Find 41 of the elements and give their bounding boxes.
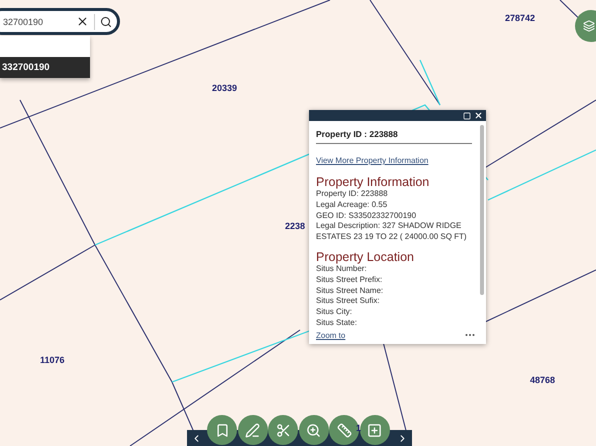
close-icon[interactable] (474, 111, 483, 120)
attribute-text: Situs Street Prefix: (316, 274, 384, 286)
search-field[interactable]: 32700190 (0, 8, 120, 35)
attribute-text: Situs Street Name: (316, 286, 384, 296)
suggestion-item[interactable]: 332700190 (0, 57, 90, 78)
tool-button[interactable] (329, 415, 359, 445)
ruler-icon (336, 422, 352, 438)
parcel-label: 11076 (40, 355, 65, 365)
parcel-label: 278742 (505, 13, 536, 23)
attribute-text: Situs Number: (316, 264, 368, 275)
attribute-text: GEO ID: S33502332700190 (316, 210, 418, 222)
zoom-in-icon (306, 422, 321, 438)
pencil-icon (245, 422, 260, 438)
square-plus-icon (367, 422, 382, 438)
tool-button[interactable] (360, 415, 390, 445)
parcel-label: 48768 (530, 375, 556, 385)
section-heading: Property Location (316, 250, 415, 264)
parcel-label: 20339 (212, 83, 238, 93)
attribute-text: Property ID: 223888 (316, 189, 389, 200)
scrollbar[interactable] (480, 125, 484, 295)
attribute-text: Situs State: (316, 318, 358, 328)
bookmark-icon (214, 422, 230, 438)
section-heading: Property Information (316, 175, 430, 189)
maximize-icon[interactable] (463, 112, 471, 120)
tool-button[interactable] (238, 415, 268, 445)
attribute-text: Situs City: (316, 307, 354, 318)
close-icon (76, 15, 89, 28)
attribute-text: Legal Description: 327 SHADOW RIDGE ESTATES 23 19 TO 22 ( 24000.00 SQ FT) (316, 221, 468, 243)
layers-icon (583, 20, 595, 32)
popup-title: Property ID : 223888 (316, 127, 472, 144)
search-icon (100, 16, 112, 28)
tool-button[interactable] (268, 415, 298, 445)
scissors-icon (276, 422, 290, 438)
tool-button[interactable] (207, 415, 237, 445)
search-text: 32700190 (2, 16, 44, 26)
more-info-link[interactable]: View More Property Information (316, 156, 428, 165)
tool-button[interactable] (298, 415, 328, 445)
zoom-to-link[interactable]: Zoom to (316, 330, 346, 340)
attribute-text: Situs Street Sufix: (316, 296, 381, 308)
parcel-label: 2238 (285, 221, 306, 231)
attribute-text: Legal Acreage: 0.55 (316, 200, 388, 211)
